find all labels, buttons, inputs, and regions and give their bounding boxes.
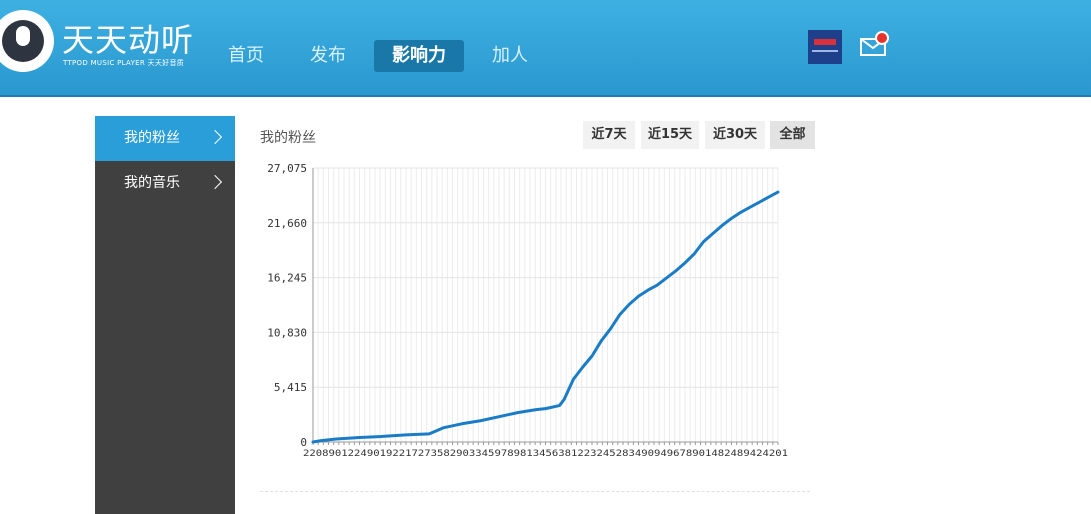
- nav-item-influence[interactable]: 影响力: [374, 40, 464, 72]
- fans-line-chart: 0 5,415 10,830 16,245 21,660 27,075 2208901224…: [256, 160, 796, 470]
- y-tick-label: 10,830: [267, 326, 307, 339]
- avatar-line: [812, 50, 838, 52]
- nav-item-publish[interactable]: 发布: [294, 40, 362, 72]
- y-tick-label: 5,415: [274, 381, 307, 394]
- y-tick-label: 16,245: [267, 272, 307, 285]
- brand-title: 天天动听: [62, 21, 195, 59]
- top-header: 天天动听 TTPOD MUSIC PLAYER 天天好音质 首页 发布 影响力 …: [0, 0, 1091, 97]
- page-title: 我的粉丝: [260, 130, 316, 146]
- chevron-right-icon: [207, 129, 223, 145]
- sidebar-item-label: 我的音乐: [124, 175, 180, 191]
- mail-notification-badge: [875, 31, 889, 45]
- x-tick-labels: 2208901224901922172735829033459789813456…: [303, 449, 788, 459]
- sidebar-item-my-music[interactable]: 我的音乐: [95, 161, 235, 206]
- sidebar-item-my-fans[interactable]: 我的粉丝: [95, 116, 235, 161]
- ttpod-logo[interactable]: [0, 10, 54, 72]
- logo-knob: [16, 26, 30, 46]
- brand-subtitle: TTPOD MUSIC PLAYER 天天好音质: [63, 59, 185, 67]
- range-15-days-button[interactable]: 近15天: [641, 121, 699, 149]
- y-tick-label: 21,660: [267, 217, 307, 230]
- y-tick-label: 27,075: [267, 162, 307, 175]
- range-all-button[interactable]: 全部: [770, 121, 815, 149]
- chevron-right-icon: [207, 174, 223, 190]
- chart-canvas: 0 5,415 10,830 16,245 21,660 27,075 2208901224…: [267, 162, 788, 459]
- user-avatar[interactable]: [808, 30, 842, 64]
- sidebar: 我的粉丝 我的音乐: [95, 116, 235, 514]
- y-tick-label: 0: [300, 436, 307, 449]
- range-30-days-button[interactable]: 近30天: [705, 121, 765, 149]
- avatar-mark: [814, 39, 836, 45]
- range-7-days-button[interactable]: 近7天: [583, 121, 635, 149]
- nav-item-home[interactable]: 首页: [212, 40, 280, 72]
- logo-disc: [2, 20, 44, 62]
- content-divider: [260, 491, 810, 492]
- sidebar-item-label: 我的粉丝: [124, 130, 180, 146]
- nav-item-join[interactable]: 加人: [476, 40, 544, 72]
